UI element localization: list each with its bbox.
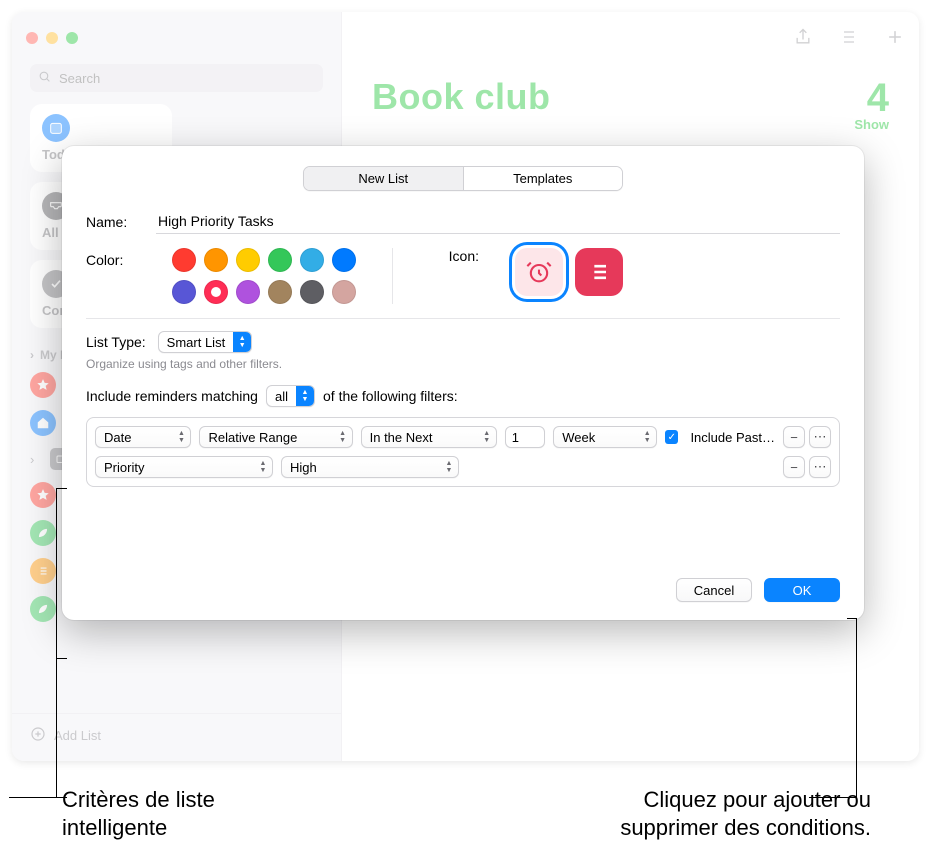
match-sentence: Include reminders matching all ▲▼ of the… bbox=[86, 385, 840, 407]
toolbar-actions bbox=[793, 27, 905, 50]
select-arrows-icon: ▲▼ bbox=[233, 332, 251, 352]
zoom-window-button[interactable] bbox=[66, 32, 78, 44]
star-icon bbox=[30, 372, 56, 398]
select-arrows-icon: ▲▼ bbox=[296, 386, 314, 406]
color-swatch[interactable] bbox=[172, 248, 196, 272]
remove-filter-button[interactable]: − bbox=[783, 426, 805, 448]
icon-picker bbox=[515, 248, 623, 296]
callout-smart-list-criteria: Critères de liste intelligente bbox=[62, 786, 215, 841]
titlebar bbox=[12, 12, 919, 64]
color-swatch[interactable] bbox=[204, 248, 228, 272]
color-label: Color: bbox=[86, 248, 142, 268]
icon-label: Icon: bbox=[429, 248, 479, 264]
calendar-today-icon bbox=[42, 114, 70, 142]
color-swatch[interactable] bbox=[204, 280, 228, 304]
list-type-select[interactable]: Smart List ▲▼ bbox=[158, 331, 253, 353]
list-count: 4 bbox=[867, 76, 889, 121]
color-swatch[interactable] bbox=[268, 248, 292, 272]
color-swatches bbox=[172, 248, 356, 304]
tab-new-list[interactable]: New List bbox=[304, 167, 463, 190]
remove-filter-button[interactable]: − bbox=[783, 456, 805, 478]
color-swatch[interactable] bbox=[300, 248, 324, 272]
search-icon bbox=[38, 70, 51, 86]
traffic-lights bbox=[26, 32, 78, 44]
more-filter-button[interactable]: ⋯ bbox=[809, 426, 831, 448]
icon-option-list[interactable] bbox=[575, 248, 623, 296]
color-swatch[interactable] bbox=[300, 280, 324, 304]
select-arrows-icon: ▲▼ bbox=[638, 430, 656, 444]
ok-button[interactable]: OK bbox=[764, 578, 840, 602]
dialog-tabs: New List Templates bbox=[303, 166, 623, 191]
share-icon[interactable] bbox=[793, 27, 813, 50]
icon-option-alarm[interactable] bbox=[515, 248, 563, 296]
select-arrows-icon: ▲▼ bbox=[440, 460, 458, 474]
leaf-icon bbox=[30, 520, 56, 546]
list-name-input[interactable] bbox=[156, 209, 840, 234]
more-filter-button[interactable]: ⋯ bbox=[809, 456, 831, 478]
list-title: Book club bbox=[372, 76, 551, 118]
select-arrows-icon: ▲▼ bbox=[172, 430, 190, 444]
tab-templates[interactable]: Templates bbox=[463, 167, 623, 190]
new-list-dialog: New List Templates Name: Color: Icon: Li… bbox=[62, 146, 864, 620]
cancel-button[interactable]: Cancel bbox=[676, 578, 752, 602]
color-swatch[interactable] bbox=[268, 280, 292, 304]
add-icon[interactable] bbox=[885, 27, 905, 50]
filter-field-select[interactable]: Priority ▲▼ bbox=[95, 456, 273, 478]
chevron-right-icon[interactable]: › bbox=[30, 348, 34, 362]
list-bullet-icon bbox=[30, 558, 56, 584]
leaf-icon bbox=[30, 596, 56, 622]
color-swatch[interactable] bbox=[236, 248, 260, 272]
include-past-checkbox[interactable]: ✓ bbox=[665, 430, 678, 444]
chevron-right-icon[interactable]: › bbox=[30, 452, 40, 467]
filter-row-priority: Priority ▲▼ High ▲▼ − ⋯ bbox=[95, 456, 831, 478]
search-field[interactable] bbox=[30, 64, 323, 92]
filter-row-date: Date ▲▼ Relative Range ▲▼ In the Next ▲▼… bbox=[95, 426, 831, 448]
callout-bracket-left bbox=[56, 488, 70, 798]
match-mode-select[interactable]: all ▲▼ bbox=[266, 385, 315, 407]
search-input[interactable] bbox=[57, 70, 315, 87]
filter-field-select[interactable]: Date ▲▼ bbox=[95, 426, 191, 448]
close-window-button[interactable] bbox=[26, 32, 38, 44]
filter-value-select[interactable]: High ▲▼ bbox=[281, 456, 459, 478]
divider bbox=[392, 248, 393, 304]
filters-list: Date ▲▼ Relative Range ▲▼ In the Next ▲▼… bbox=[86, 417, 840, 487]
color-swatch[interactable] bbox=[332, 280, 356, 304]
callout-add-remove-conditions: Cliquez pour ajouter ou supprimer des co… bbox=[620, 786, 871, 841]
callout-bracket-right bbox=[856, 618, 857, 798]
favorites-icon bbox=[30, 482, 56, 508]
color-swatch[interactable] bbox=[172, 280, 196, 304]
minimize-window-button[interactable] bbox=[46, 32, 58, 44]
name-label: Name: bbox=[86, 214, 142, 230]
select-arrows-icon: ▲▼ bbox=[334, 430, 352, 444]
home-icon bbox=[30, 410, 56, 436]
select-arrows-icon: ▲▼ bbox=[478, 430, 496, 444]
include-past-label: Include Past… bbox=[690, 430, 775, 445]
list-type-label: List Type: bbox=[86, 334, 146, 350]
color-swatch[interactable] bbox=[236, 280, 260, 304]
filter-unit-select[interactable]: Week ▲▼ bbox=[553, 426, 657, 448]
filter-mode-select[interactable]: Relative Range ▲▼ bbox=[199, 426, 352, 448]
plus-circle-icon bbox=[30, 726, 46, 745]
filter-amount-input[interactable]: 1 bbox=[505, 426, 545, 448]
select-arrows-icon: ▲▼ bbox=[254, 460, 272, 474]
filter-direction-select[interactable]: In the Next ▲▼ bbox=[361, 426, 497, 448]
color-swatch[interactable] bbox=[332, 248, 356, 272]
list-type-hint: Organize using tags and other filters. bbox=[86, 357, 840, 371]
list-view-icon[interactable] bbox=[839, 27, 859, 50]
show-completed-link[interactable]: Show bbox=[372, 117, 889, 132]
